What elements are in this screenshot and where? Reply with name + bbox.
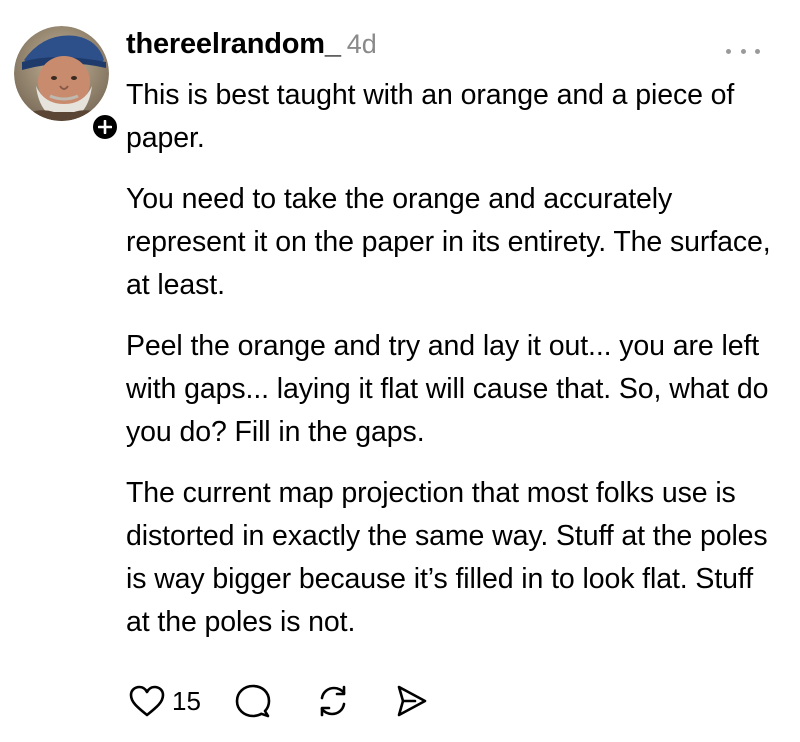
more-horizontal-icon-dot — [726, 48, 731, 54]
post-paragraph: This is best taught with an orange and a… — [126, 79, 735, 154]
avatar[interactable] — [14, 26, 109, 121]
post-header: thereelrandom_ 4d — [126, 28, 377, 68]
like-button[interactable]: 15 — [128, 684, 201, 718]
username[interactable]: thereelrandom_ — [126, 28, 341, 61]
post-paragraph: Peel the orange and try and lay it out..… — [126, 330, 769, 448]
plus-icon — [98, 120, 112, 134]
avatar-container[interactable] — [14, 26, 120, 142]
repost-icon — [320, 685, 346, 717]
comment-icon — [235, 684, 271, 718]
more-horizontal-icon-dot — [740, 48, 746, 54]
post-paragraph: The current map projection that most fol… — [126, 477, 768, 638]
reply-button[interactable] — [235, 683, 271, 719]
share-button[interactable] — [393, 683, 429, 719]
thread-post: thereelrandom_ 4d This is best taught wi… — [0, 0, 800, 742]
send-icon — [397, 685, 427, 717]
heart-icon — [129, 685, 165, 717]
repost-button[interactable] — [315, 683, 351, 719]
post-paragraph: You need to take the orange and accurate… — [126, 183, 771, 301]
post-body: This is best taught with an orange and a… — [126, 74, 776, 662]
more-horizontal-icon-dot — [755, 48, 760, 54]
like-count: 15 — [172, 685, 201, 716]
timestamp[interactable]: 4d — [347, 29, 377, 60]
more-options-button[interactable] — [726, 46, 760, 56]
action-bar: 15 — [128, 679, 429, 723]
follow-button[interactable] — [90, 112, 120, 142]
